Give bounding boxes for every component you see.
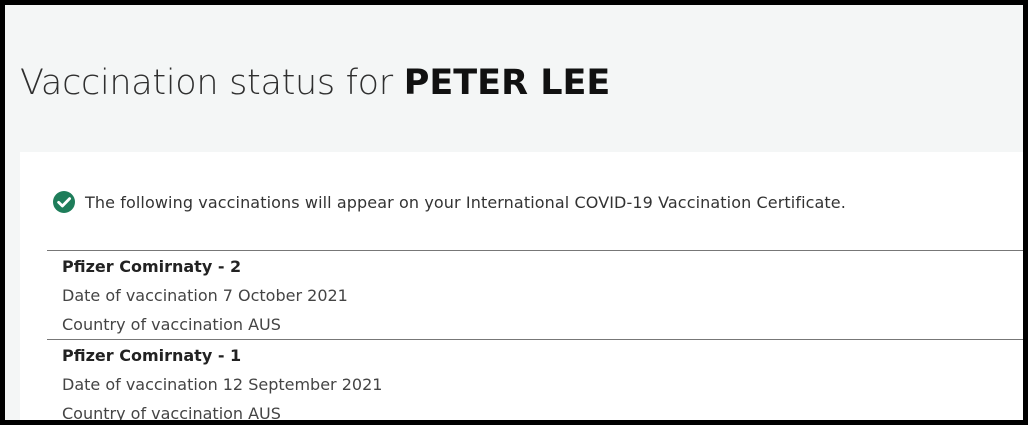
vaccination-entry: Pfizer Comirnaty - 1 Date of vaccination… (62, 346, 382, 423)
vaccination-country-row: Country of vaccination AUS (62, 404, 382, 423)
vaccination-card: The following vaccinations will appear o… (20, 152, 1023, 423)
vaccine-name: Pfizer Comirnaty - 2 (62, 257, 242, 276)
page-title-prefix: Vaccination status for (20, 63, 393, 103)
screenshot-frame: Vaccination status for PETER LEE The fol… (0, 0, 1028, 425)
vaccination-date-label: Date of vaccination (62, 375, 218, 394)
vaccination-date-value: 12 September 2021 (222, 375, 383, 394)
person-name: PETER LEE (403, 63, 611, 103)
vaccination-date-row: Date of vaccination 12 September 2021 (62, 375, 382, 395)
vaccination-country-label: Country of vaccination (62, 404, 244, 423)
check-circle-icon (53, 191, 75, 213)
vaccine-name: Pfizer Comirnaty - 1 (62, 346, 242, 365)
vaccination-date-value: 7 October 2021 (222, 286, 348, 305)
page-title: Vaccination status for PETER LEE (20, 60, 610, 106)
vaccination-country-label: Country of vaccination (62, 315, 244, 334)
notice-text: The following vaccinations will appear o… (85, 192, 846, 212)
certificate-notice: The following vaccinations will appear o… (53, 191, 846, 213)
vaccination-country-row: Country of vaccination AUS (62, 315, 348, 335)
vaccination-country-value: AUS (248, 315, 281, 334)
divider (47, 339, 1023, 340)
vaccination-country-value: AUS (248, 404, 281, 423)
vaccination-date-row: Date of vaccination 7 October 2021 (62, 286, 348, 306)
divider (47, 250, 1023, 251)
vaccination-entry: Pfizer Comirnaty - 2 Date of vaccination… (62, 257, 348, 335)
vaccination-date-label: Date of vaccination (62, 286, 218, 305)
